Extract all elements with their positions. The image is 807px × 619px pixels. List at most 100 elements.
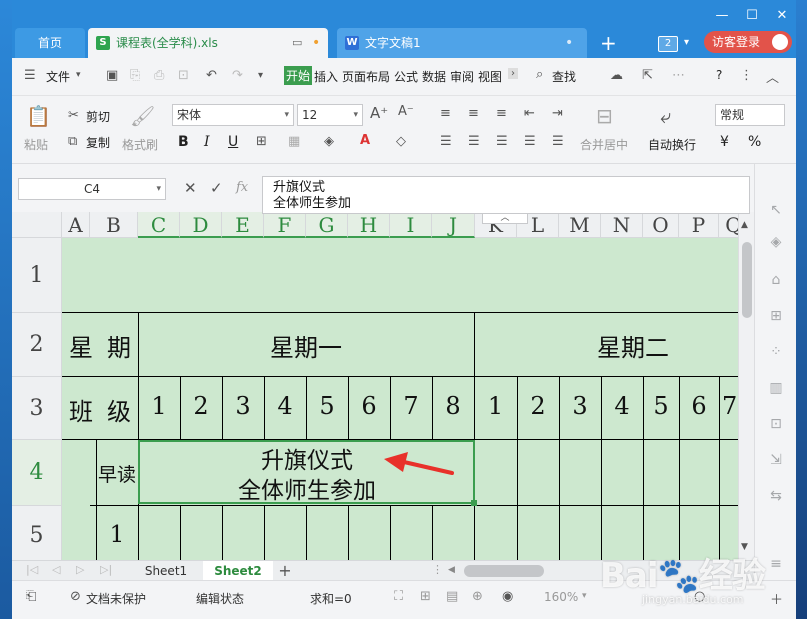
align-right-icon[interactable]: ☰ xyxy=(496,134,508,149)
chevron-down-icon[interactable]: ▾ xyxy=(353,105,358,125)
scissors-icon[interactable]: ✂ xyxy=(68,108,79,123)
cell-b5[interactable]: 1 xyxy=(96,522,138,548)
menu-formulas[interactable]: 公式 xyxy=(394,68,418,85)
sheet-tab-sheet1[interactable]: Sheet1 xyxy=(130,561,202,581)
first-sheet-icon[interactable]: |◁ xyxy=(26,563,38,576)
align-left-icon[interactable]: ☰ xyxy=(440,134,452,149)
column-header-p[interactable]: P xyxy=(679,212,719,238)
cell-k3[interactable]: 1 xyxy=(474,392,517,420)
tab-document-2[interactable]: W 文字文稿1 • xyxy=(337,28,587,58)
bold-button[interactable]: B xyxy=(178,134,189,150)
column-header-g[interactable]: G xyxy=(306,212,348,238)
column-header-f[interactable]: F xyxy=(264,212,306,238)
cell-e3[interactable]: 3 xyxy=(222,392,264,420)
indent-increase-icon[interactable]: ⇥ xyxy=(552,106,563,121)
indent-decrease-icon[interactable]: ⇤ xyxy=(524,106,535,121)
chevron-down-icon[interactable]: ▾ xyxy=(684,37,689,48)
cell-b3[interactable]: 级 xyxy=(100,392,138,427)
copy-button[interactable]: 复制 xyxy=(86,134,110,151)
search-label[interactable]: 查找 xyxy=(552,68,576,85)
cell-c3[interactable]: 1 xyxy=(138,392,180,420)
table-icon[interactable]: ⊞ xyxy=(767,308,785,326)
format-painter-icon[interactable]: 🖌 xyxy=(130,104,155,128)
scroll-left-icon[interactable]: ◀ xyxy=(448,565,455,575)
column-header-n[interactable]: N xyxy=(601,212,643,238)
column-header-m[interactable]: M xyxy=(559,212,601,238)
font-color-icon[interactable]: A xyxy=(360,133,370,148)
share-icon[interactable]: ⇱ xyxy=(642,68,653,83)
chevron-right-icon[interactable]: › xyxy=(508,68,518,79)
cut-button[interactable]: 剪切 xyxy=(86,108,110,125)
cell-b2[interactable]: 期 xyxy=(100,328,138,363)
row-header-4[interactable]: 4 xyxy=(12,440,62,506)
menu-data[interactable]: 数据 xyxy=(422,68,446,85)
merge-center-button[interactable]: 合并居中 xyxy=(580,136,628,153)
border-icon[interactable]: ⊞ xyxy=(256,134,267,149)
percent-button[interactable]: % xyxy=(748,134,761,150)
cell-a3[interactable]: 班 xyxy=(64,392,98,427)
font-size-select[interactable]: 12 ▾ xyxy=(297,104,363,126)
chevron-down-icon[interactable]: ▾ xyxy=(582,591,587,601)
fill-color-icon[interactable]: ◈ xyxy=(324,134,334,149)
shield-icon[interactable]: ⊘ xyxy=(70,589,81,604)
document-icon[interactable]: ⎗ xyxy=(26,589,36,604)
save-icon[interactable]: ▣ xyxy=(106,68,118,83)
increase-font-icon[interactable]: A⁺ xyxy=(370,104,388,122)
column-header-e[interactable]: E xyxy=(222,212,264,238)
cell-d3[interactable]: 2 xyxy=(180,392,222,420)
collapse-panel-icon[interactable]: ≡ xyxy=(767,556,785,574)
column-header-q[interactable]: Q xyxy=(719,212,738,238)
zoom-in-icon[interactable]: ＋ xyxy=(770,589,783,608)
insert-function-icon[interactable]: fx xyxy=(236,180,248,195)
sheet-tab-sheet2[interactable]: Sheet2 xyxy=(203,561,273,581)
distributed-align-icon[interactable]: ☰ xyxy=(552,134,564,149)
prev-sheet-icon[interactable]: ◁ xyxy=(52,563,60,576)
column-header-c[interactable]: C xyxy=(138,212,180,238)
more-icon[interactable]: ⋯ xyxy=(672,68,685,83)
chevron-down-icon[interactable]: ▾ xyxy=(76,70,81,80)
align-middle-icon[interactable]: ≡ xyxy=(468,106,479,121)
cell-g3[interactable]: 5 xyxy=(306,392,348,420)
menu-file[interactable]: 文件 xyxy=(46,68,70,85)
collapse-ribbon-icon[interactable]: ︿ xyxy=(766,67,779,86)
cell-j3[interactable]: 8 xyxy=(432,392,474,420)
number-format-select[interactable]: 常规 xyxy=(715,104,785,126)
row-header-3[interactable]: 3 xyxy=(12,377,62,440)
undo-icon[interactable]: ↶ xyxy=(206,68,217,83)
tab-active-document[interactable]: S 课程表(全学科).xls ▭ • xyxy=(88,28,328,58)
column-header-o[interactable]: O xyxy=(643,212,679,238)
paste-icon[interactable]: 📋 xyxy=(26,104,51,128)
format-painter-label[interactable]: 格式刷 xyxy=(122,136,158,153)
chevron-down-icon[interactable]: ▾ xyxy=(284,105,289,125)
eye-protection-icon[interactable]: ◉ xyxy=(502,589,513,604)
align-bottom-icon[interactable]: ≡ xyxy=(496,106,507,121)
cloud-sync-icon[interactable]: ☁ xyxy=(610,68,623,83)
print-icon[interactable]: ⎙ xyxy=(154,68,164,83)
vertical-scroll-thumb[interactable] xyxy=(742,242,752,318)
new-tab-icon[interactable]: + xyxy=(600,30,617,56)
column-header-b[interactable]: B xyxy=(90,212,138,238)
select-all-corner[interactable] xyxy=(12,212,62,238)
last-sheet-icon[interactable]: ▷| xyxy=(100,563,112,576)
menu-review[interactable]: 审阅 xyxy=(450,68,474,85)
column-header-i[interactable]: I xyxy=(390,212,432,238)
collapse-formula-icon[interactable]: ︿ xyxy=(482,214,528,224)
apps-icon[interactable]: ⁘ xyxy=(767,344,785,362)
cell-b4[interactable]: 早读 xyxy=(96,460,138,487)
cell-n3[interactable]: 4 xyxy=(601,392,643,420)
cell-c2-merged[interactable]: 星期一 xyxy=(138,328,474,363)
chart-icon[interactable]: ▥ xyxy=(767,380,785,398)
cell-q3[interactable]: 7 xyxy=(722,392,738,420)
next-sheet-icon[interactable]: ▷ xyxy=(76,563,84,576)
cell-l3[interactable]: 2 xyxy=(517,392,559,420)
menu-page-layout[interactable]: 页面布局 xyxy=(342,68,390,85)
normal-view-icon[interactable]: ⊞ xyxy=(420,589,431,604)
copy-icon[interactable]: ⧉ xyxy=(68,134,77,149)
row-header-1[interactable]: 1 xyxy=(12,238,62,313)
shapes-icon[interactable]: ◈ xyxy=(767,234,785,252)
column-header-a[interactable]: A xyxy=(62,212,90,238)
cell-i3[interactable]: 7 xyxy=(390,392,432,420)
customize-toolbar-icon[interactable]: ▾ xyxy=(258,70,263,81)
paste-label[interactable]: 粘贴 xyxy=(24,136,48,153)
scroll-up-icon[interactable]: ▲ xyxy=(741,220,748,230)
